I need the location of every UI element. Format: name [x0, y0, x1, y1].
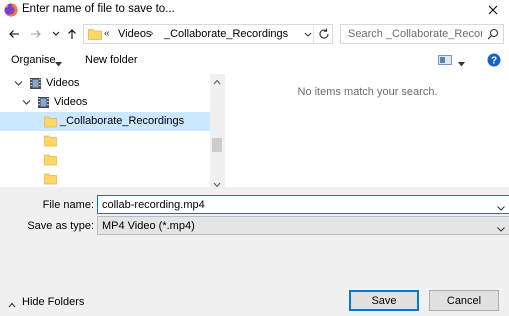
arrow-up-icon[interactable]: [64, 26, 80, 42]
help-icon[interactable]: ?: [487, 53, 501, 67]
chevron-down-icon[interactable]: [458, 58, 465, 67]
command-toolbar: Organise New folder ?: [0, 50, 509, 72]
search-placeholder: Search _Collaborate_Recordings: [348, 28, 482, 40]
folder-icon: [88, 28, 102, 40]
folder-icon: [44, 115, 57, 128]
breadcrumb-separator[interactable]: ›: [150, 28, 153, 39]
navigation-bar: « Videos › _Collaborate_Recordings Searc…: [0, 22, 509, 46]
arrow-left-icon[interactable]: [6, 26, 22, 42]
navigation-pane[interactable]: Videos Videos _Collaborate_Recordings: [0, 74, 210, 187]
file-name-value[interactable]: collab-recording.mp4: [102, 199, 205, 211]
save-as-type-label: Save as type:: [27, 220, 94, 232]
address-bar[interactable]: « Videos › _Collaborate_Recordings: [83, 24, 333, 44]
dialog-title: Enter name of file to save to...: [22, 3, 175, 15]
chevron-down-icon[interactable]: [22, 98, 31, 107]
new-folder-button[interactable]: New folder: [85, 54, 138, 66]
tree-item-folder[interactable]: [0, 150, 210, 169]
chevron-up-icon: [8, 299, 16, 308]
file-name-label: File name:: [42, 199, 94, 211]
address-divider: [313, 25, 314, 43]
view-options-icon[interactable]: [438, 54, 452, 66]
title-bar: Enter name of file to save to...: [0, 0, 509, 20]
chevron-down-icon[interactable]: [14, 79, 23, 88]
tree-item-label: _Collaborate_Recordings: [60, 115, 185, 127]
tree-item-label: Videos: [46, 77, 80, 89]
search-input[interactable]: Search _Collaborate_Recordings: [340, 24, 504, 44]
save-file-dialog: Enter name of file to save to... « Video…: [0, 0, 509, 316]
folder-icon: [44, 134, 57, 147]
tree-item-collaborate-recordings[interactable]: _Collaborate_Recordings: [0, 112, 210, 131]
chevron-down-icon[interactable]: [497, 223, 505, 232]
chevron-down-icon[interactable]: [497, 202, 505, 211]
chevron-down-icon[interactable]: [50, 26, 62, 42]
tree-item-folder[interactable]: [0, 131, 210, 150]
breadcrumb-videos[interactable]: Videos: [118, 28, 151, 40]
navigation-scrollbar[interactable]: [210, 74, 224, 188]
hide-folders-label: Hide Folders: [22, 296, 85, 308]
chevron-up-icon[interactable]: [213, 76, 221, 85]
close-icon[interactable]: [485, 2, 501, 18]
tree-item-folder[interactable]: [0, 169, 210, 187]
tree-item-videos-folder[interactable]: Videos: [0, 93, 210, 112]
refresh-icon[interactable]: [317, 27, 331, 41]
file-name-field[interactable]: collab-recording.mp4: [97, 195, 509, 214]
chevron-down-icon[interactable]: [55, 58, 62, 67]
save-as-type-select[interactable]: MP4 Video (*.mp4): [97, 216, 509, 235]
folder-icon: [44, 153, 57, 166]
chevron-down-icon[interactable]: [213, 179, 221, 188]
save-button[interactable]: Save: [349, 290, 419, 311]
save-as-type-value: MP4 Video (*.mp4): [102, 220, 195, 232]
save-options-panel: File name: collab-recording.mp4 Save as …: [0, 187, 509, 316]
firefox-icon: [4, 3, 18, 17]
scrollbar-thumb[interactable]: [212, 138, 222, 152]
arrow-right-icon[interactable]: [28, 26, 44, 42]
videos-library-icon: [37, 96, 50, 109]
breadcrumb-overflow[interactable]: «: [104, 28, 110, 39]
cancel-button[interactable]: Cancel: [429, 290, 499, 311]
tree-item-label: Videos: [54, 96, 88, 108]
organise-button[interactable]: Organise: [11, 54, 56, 66]
svg-text:?: ?: [491, 56, 497, 67]
folder-icon: [44, 172, 57, 185]
breadcrumb-collaborate-recordings[interactable]: _Collaborate_Recordings: [164, 28, 288, 40]
videos-library-icon: [29, 77, 42, 90]
tree-item-videos-library[interactable]: Videos: [0, 74, 210, 93]
search-icon[interactable]: [487, 28, 499, 40]
file-list-pane[interactable]: No items match your search.: [224, 74, 509, 187]
empty-results-message: No items match your search.: [297, 86, 438, 98]
